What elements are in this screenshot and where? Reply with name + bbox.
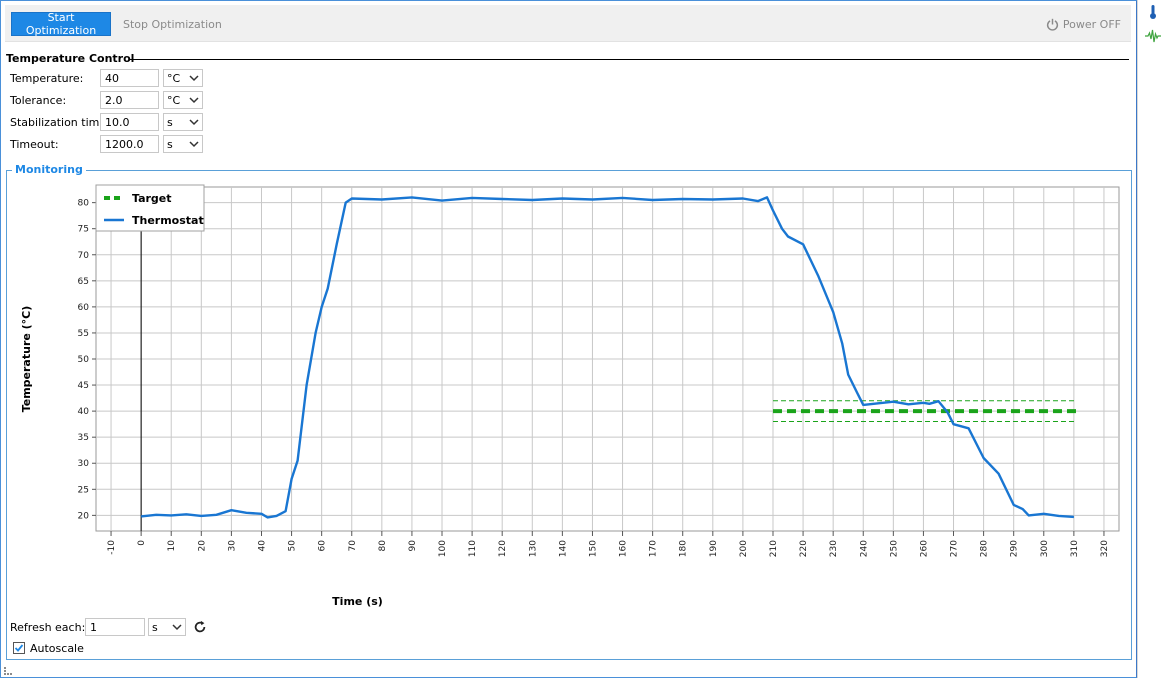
y-tick-label: 50 xyxy=(78,355,90,365)
right-sidebar xyxy=(1137,0,1167,678)
y-tick-label: 75 xyxy=(78,225,89,235)
x-tick-label: 140 xyxy=(558,540,568,557)
x-axis-title: Time (s) xyxy=(332,595,383,608)
x-tick-label: 210 xyxy=(769,540,779,557)
y-tick-label: 80 xyxy=(78,199,90,209)
y-tick-label: 60 xyxy=(78,303,90,313)
x-tick-label: 0 xyxy=(137,540,147,546)
refresh-unit-value: s xyxy=(152,620,158,634)
y-tick-label: 20 xyxy=(78,511,90,521)
y-axis-title: Temperature (°C) xyxy=(20,306,33,413)
x-tick-label: 220 xyxy=(799,540,809,557)
x-tick-label: 60 xyxy=(318,540,328,552)
signal-wave-icon[interactable] xyxy=(1145,28,1161,44)
autoscale-label: Autoscale xyxy=(30,642,84,655)
temperature-chart: -10 0 10 20 30 40 50 60 70 80 90 100 110 120 130 140 150… xyxy=(20,184,1120,608)
legend-target-label: Target xyxy=(132,192,172,205)
x-tick-label: 150 xyxy=(588,540,598,557)
x-tick-label: 130 xyxy=(528,540,538,557)
refresh-interval-input[interactable] xyxy=(85,618,145,636)
y-tick-label: 35 xyxy=(78,433,89,443)
x-tick-label: 40 xyxy=(257,540,267,552)
chevron-down-icon xyxy=(172,624,182,631)
x-tick-label: 80 xyxy=(378,540,388,552)
x-tick-label: 240 xyxy=(859,540,869,557)
x-tick-label: 280 xyxy=(980,540,990,557)
x-tick-label: 190 xyxy=(709,540,719,557)
x-tick-label: 110 xyxy=(468,540,478,557)
y-tick-label: 40 xyxy=(78,407,90,417)
refresh-unit-select[interactable]: s xyxy=(148,618,186,636)
x-tick-label: 160 xyxy=(619,540,629,557)
app-window: Start Optimization Stop Optimization Pow… xyxy=(0,0,1138,678)
x-tick-label: 200 xyxy=(739,540,749,557)
x-tick-label: 170 xyxy=(649,540,659,557)
x-tick-label: 250 xyxy=(889,540,899,557)
x-tick-label: 100 xyxy=(438,540,448,557)
x-tick-label: 30 xyxy=(227,540,237,552)
x-tick-label: 120 xyxy=(498,540,508,557)
x-tick-label: 290 xyxy=(1010,540,1020,557)
x-tick-label: 300 xyxy=(1040,540,1050,557)
y-tick-label: 25 xyxy=(78,485,89,495)
resize-grip-icon[interactable] xyxy=(3,666,13,679)
y-tick-label: 70 xyxy=(78,251,90,261)
y-tick-label: 30 xyxy=(78,459,90,469)
legend-thermostat-label: Thermostat xyxy=(132,214,204,227)
y-tick-label: 55 xyxy=(78,329,89,339)
autoscale-checkbox[interactable] xyxy=(13,642,25,654)
x-tick-label: 20 xyxy=(197,540,207,552)
x-tick-label: 310 xyxy=(1070,540,1080,557)
x-tick-label: 10 xyxy=(167,540,177,552)
x-tick-label: -10 xyxy=(107,540,117,555)
thermometer-icon[interactable] xyxy=(1145,4,1161,20)
refresh-label: Refresh each: xyxy=(10,621,86,634)
x-tick-label: 270 xyxy=(950,540,960,557)
x-tick-label: 90 xyxy=(408,540,418,552)
x-tick-label: 320 xyxy=(1100,540,1110,557)
refresh-icon[interactable] xyxy=(193,620,207,637)
x-tick-label: 50 xyxy=(288,540,298,552)
x-tick-label: 260 xyxy=(919,540,929,557)
y-tick-label: 65 xyxy=(78,277,89,287)
y-tick-label: 45 xyxy=(78,381,89,391)
x-tick-label: 70 xyxy=(348,540,358,552)
x-tick-label: 180 xyxy=(679,540,689,557)
checkmark-icon xyxy=(14,644,24,652)
x-tick-label: 230 xyxy=(829,540,839,557)
